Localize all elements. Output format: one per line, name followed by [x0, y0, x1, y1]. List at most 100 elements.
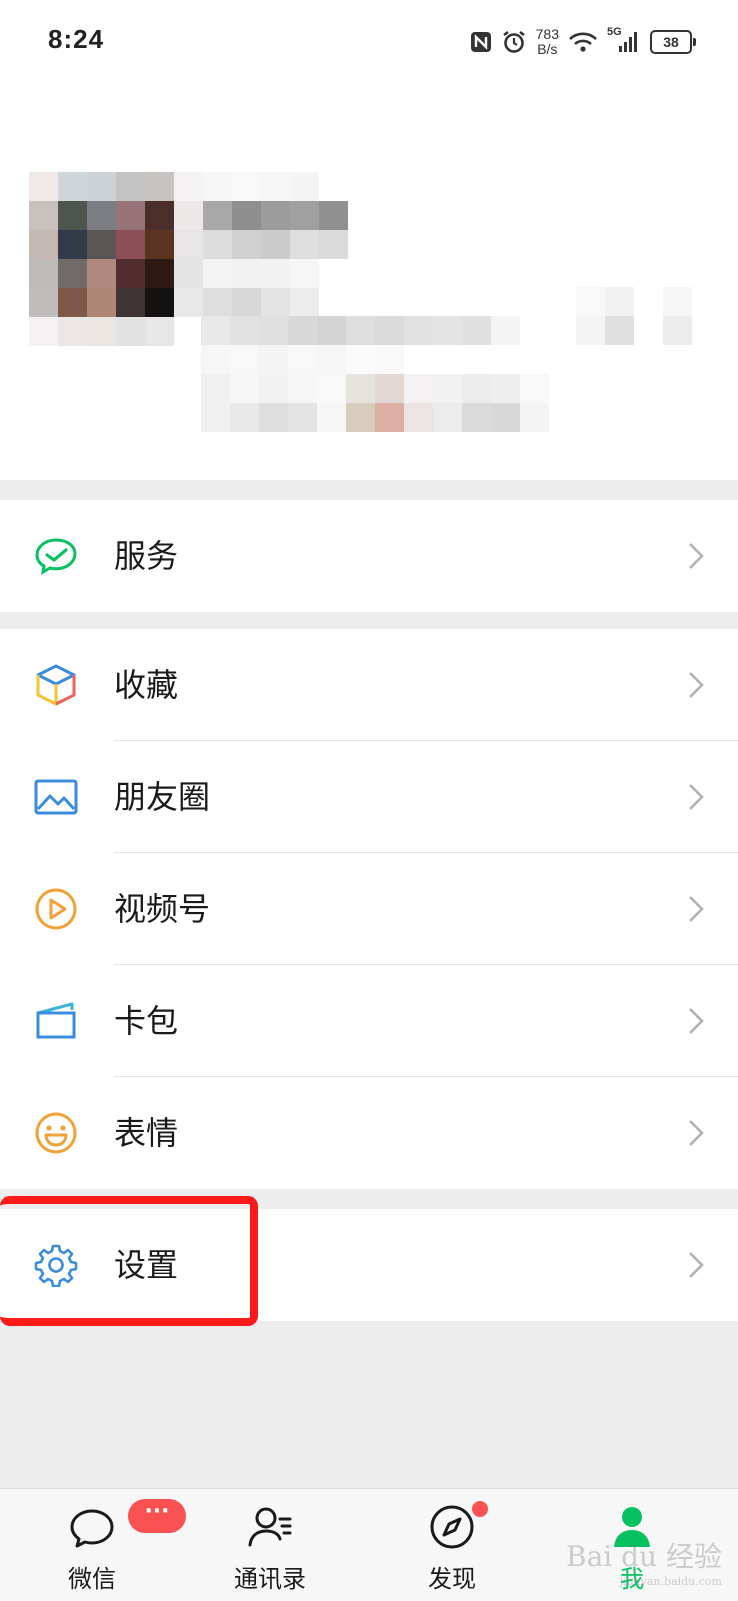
mosaic-cell: [462, 345, 491, 374]
menu-item-favorites[interactable]: 收藏: [0, 629, 738, 741]
service-section: 服务: [0, 500, 738, 612]
mosaic-cell: [58, 317, 87, 346]
mosaic-cell: [230, 345, 259, 374]
chevron-right-icon: [689, 896, 704, 922]
mosaic-cell: [203, 230, 232, 259]
unread-badge: ···: [128, 1499, 186, 1533]
highlight-box: [0, 1196, 258, 1326]
status-time: 8:24: [48, 24, 105, 54]
mosaic-cell: [317, 316, 346, 345]
mosaic-cell: [259, 374, 288, 403]
mosaic-cell: [145, 172, 174, 201]
avatar[interactable]: [29, 172, 174, 346]
mosaic-cell: [116, 230, 145, 259]
mosaic-cell: [116, 172, 145, 201]
mosaic-cell: [433, 374, 462, 403]
mosaic-cell: [634, 316, 663, 345]
mosaic-cell: [58, 230, 87, 259]
battery-icon: 38: [650, 30, 696, 54]
mosaic-cell: [201, 345, 230, 374]
notification-dot: [472, 1501, 488, 1517]
mosaic-cell: [290, 288, 319, 317]
mosaic-cell: [404, 316, 433, 345]
tab-chats[interactable]: ··· 微信: [22, 1489, 186, 1601]
mosaic-cell: [375, 374, 404, 403]
mosaic-cell: [232, 201, 261, 230]
mosaic-cell: [433, 345, 462, 374]
menu-item-card-wallet[interactable]: 卡包: [0, 965, 738, 1077]
mosaic-cell: [319, 230, 348, 259]
moments-icon: [34, 779, 78, 815]
mosaic-cell: [230, 403, 259, 432]
tab-label: 通讯录: [234, 1565, 306, 1593]
mosaic-cell: [87, 172, 116, 201]
mosaic-cell: [346, 316, 375, 345]
mosaic-cell: [29, 259, 58, 288]
mosaic-cell: [663, 287, 692, 316]
compass-icon: [430, 1505, 474, 1549]
mosaic-cell: [116, 201, 145, 230]
mosaic-cell: [375, 403, 404, 432]
menu-item-stickers[interactable]: 表情: [0, 1077, 738, 1189]
service-icon: [35, 538, 77, 575]
mosaic-cell: [203, 201, 232, 230]
mosaic-cell: [174, 201, 203, 230]
mosaic-cell: [375, 316, 404, 345]
menu-item-service[interactable]: 服务: [0, 500, 738, 612]
tab-label: 发现: [428, 1565, 476, 1593]
mosaic-cell: [433, 403, 462, 432]
mosaic-cell: [462, 374, 491, 403]
mosaic-cell: [491, 403, 520, 432]
tab-discover[interactable]: 发现: [382, 1489, 522, 1601]
tab-label: 微信: [68, 1565, 116, 1593]
mosaic-cell: [288, 403, 317, 432]
mosaic-cell: [201, 374, 230, 403]
mosaic-cell: [116, 288, 145, 317]
chat-bubble-icon: [70, 1509, 114, 1548]
menu-item-channels[interactable]: 视频号: [0, 853, 738, 965]
mosaic-cell: [462, 403, 491, 432]
mosaic-cell: [288, 345, 317, 374]
chevron-right-icon: [689, 1008, 704, 1034]
mosaic-cell: [259, 316, 288, 345]
net-speed-unit: B/s: [537, 41, 558, 57]
mosaic-cell: [145, 317, 174, 346]
mosaic-cell: [491, 345, 520, 374]
mosaic-cell: [290, 259, 319, 288]
mosaic-cell: [290, 230, 319, 259]
status-bar: 8:24 783 B/s 5G 38: [0, 0, 738, 84]
mosaic-cell: [29, 230, 58, 259]
mosaic-cell: [116, 259, 145, 288]
mosaic-cell: [663, 316, 692, 345]
favorites-icon: [36, 664, 76, 706]
mosaic-cell: [145, 201, 174, 230]
mosaic-cell: [145, 288, 174, 317]
mosaic-cell: [232, 172, 261, 201]
card-wallet-icon: [36, 1002, 76, 1039]
mosaic-cell: [29, 288, 58, 317]
mosaic-cell: [319, 201, 348, 230]
chevron-right-icon: [689, 672, 704, 698]
chevron-right-icon: [689, 784, 704, 810]
mosaic-cell: [520, 374, 549, 403]
mosaic-cell: [520, 403, 549, 432]
qr-code-blur[interactable]: [576, 287, 692, 345]
tab-contacts[interactable]: 通讯录: [200, 1489, 340, 1601]
contacts-icon: [248, 1507, 292, 1547]
battery-level: 38: [663, 34, 679, 50]
net-speed-value: 783: [535, 26, 559, 42]
mosaic-cell: [174, 259, 203, 288]
mosaic-cell: [491, 316, 520, 345]
mosaic-cell: [29, 317, 58, 346]
mosaic-cell: [288, 374, 317, 403]
mosaic-cell: [319, 288, 348, 317]
mosaic-cell: [317, 345, 346, 374]
menu-item-moments[interactable]: 朋友圈: [0, 741, 738, 853]
mosaic-cell: [174, 230, 203, 259]
profile-header[interactable]: [0, 84, 738, 480]
mosaic-cell: [29, 201, 58, 230]
tab-me[interactable]: 我: [562, 1489, 702, 1601]
mosaic-cell: [375, 345, 404, 374]
mosaic-cell: [261, 288, 290, 317]
mosaic-cell: [261, 201, 290, 230]
